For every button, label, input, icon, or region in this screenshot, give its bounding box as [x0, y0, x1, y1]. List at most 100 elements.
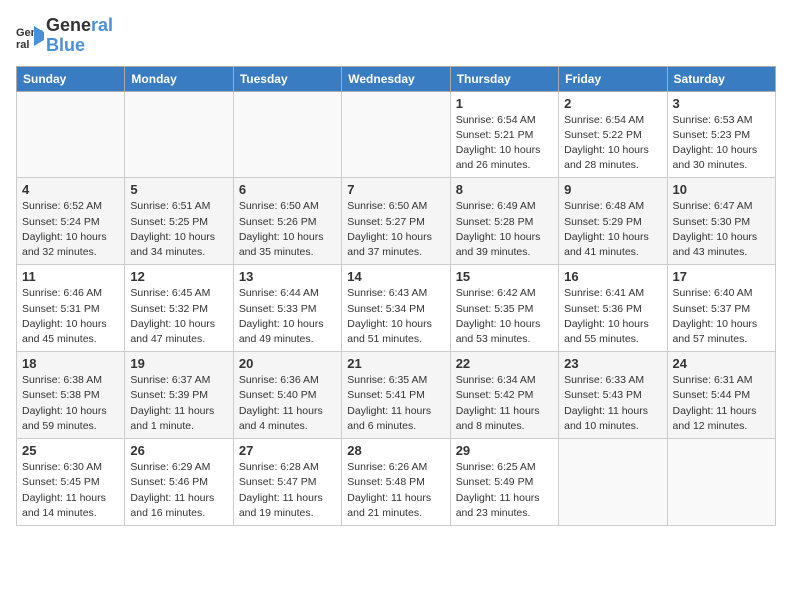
- calendar-cell: 14 Sunrise: 6:43 AM Sunset: 5:34 PM Dayli…: [342, 265, 450, 352]
- day-info: Sunrise: 6:46 AM Sunset: 5:31 PM Dayligh…: [22, 286, 119, 347]
- day-info: Sunrise: 6:45 AM Sunset: 5:32 PM Dayligh…: [130, 286, 227, 347]
- day-number: 18: [22, 356, 119, 371]
- calendar-cell: 27Sunrise: 6:28 AM Sunset: 5:47 PM Dayli…: [233, 439, 341, 526]
- calendar-cell: 1 Sunrise: 6:54 AM Sunset: 5:21 PM Daylig…: [450, 91, 558, 178]
- calendar-cell: 8 Sunrise: 6:49 AM Sunset: 5:28 PM Daylig…: [450, 178, 558, 265]
- calendar-cell: [125, 91, 233, 178]
- day-info: Sunrise: 6:54 AM Sunset: 5:22 PM Dayligh…: [564, 113, 661, 174]
- calendar-cell: 2 Sunrise: 6:54 AM Sunset: 5:22 PM Daylig…: [559, 91, 667, 178]
- day-number: 14: [347, 269, 444, 284]
- col-header-sunday: Sunday: [17, 66, 125, 91]
- calendar-cell: 24Sunrise: 6:31 AM Sunset: 5:44 PM Dayli…: [667, 352, 775, 439]
- calendar-cell: 10 Sunrise: 6:47 AM Sunset: 5:30 PM Dayli…: [667, 178, 775, 265]
- day-number: 26: [130, 443, 227, 458]
- calendar-cell: 25 Sunrise: 6:30 AM Sunset: 5:45 PM Dayli…: [17, 439, 125, 526]
- day-number: 23: [564, 356, 661, 371]
- day-number: 13: [239, 269, 336, 284]
- day-info: Sunrise: 6:25 AM Sunset: 5:49 PM Dayligh…: [456, 460, 553, 521]
- day-info: Sunrise: 6:37 AM Sunset: 5:39 PM Dayligh…: [130, 373, 227, 434]
- svg-text:ral: ral: [16, 39, 29, 50]
- day-number: 22: [456, 356, 553, 371]
- day-info: Sunrise: 6:30 AM Sunset: 5:45 PM Dayligh…: [22, 460, 119, 521]
- day-info: Sunrise: 6:42 AM Sunset: 5:35 PM Dayligh…: [456, 286, 553, 347]
- day-info: Sunrise: 6:33 AM Sunset: 5:43 PM Dayligh…: [564, 373, 661, 434]
- calendar-cell: [667, 439, 775, 526]
- logo-icon: Gene- ral: [16, 22, 44, 50]
- day-number: 8: [456, 182, 553, 197]
- calendar-cell: 21 Sunrise: 6:35 AM Sunset: 5:41 PM Dayli…: [342, 352, 450, 439]
- day-number: 9: [564, 182, 661, 197]
- calendar-cell: 22Sunrise: 6:34 AM Sunset: 5:42 PM Dayli…: [450, 352, 558, 439]
- calendar-cell: 7 Sunrise: 6:50 AM Sunset: 5:27 PM Daylig…: [342, 178, 450, 265]
- day-number: 2: [564, 96, 661, 111]
- day-number: 3: [673, 96, 770, 111]
- day-info: Sunrise: 6:49 AM Sunset: 5:28 PM Dayligh…: [456, 199, 553, 260]
- day-info: Sunrise: 6:51 AM Sunset: 5:25 PM Dayligh…: [130, 199, 227, 260]
- day-number: 29: [456, 443, 553, 458]
- day-number: 4: [22, 182, 119, 197]
- calendar-cell: [17, 91, 125, 178]
- calendar-week-4: 18 Sunrise: 6:38 AM Sunset: 5:38 PM Dayli…: [17, 352, 776, 439]
- col-header-wednesday: Wednesday: [342, 66, 450, 91]
- calendar-cell: 17 Sunrise: 6:40 AM Sunset: 5:37 PM Dayli…: [667, 265, 775, 352]
- day-number: 6: [239, 182, 336, 197]
- day-info: Sunrise: 6:43 AM Sunset: 5:34 PM Dayligh…: [347, 286, 444, 347]
- day-number: 16: [564, 269, 661, 284]
- day-info: Sunrise: 6:38 AM Sunset: 5:38 PM Dayligh…: [22, 373, 119, 434]
- day-number: 15: [456, 269, 553, 284]
- day-info: Sunrise: 6:36 AM Sunset: 5:40 PM Dayligh…: [239, 373, 336, 434]
- calendar-cell: 20Sunrise: 6:36 AM Sunset: 5:40 PM Dayli…: [233, 352, 341, 439]
- day-number: 21: [347, 356, 444, 371]
- day-number: 25: [22, 443, 119, 458]
- day-info: Sunrise: 6:40 AM Sunset: 5:37 PM Dayligh…: [673, 286, 770, 347]
- day-info: Sunrise: 6:53 AM Sunset: 5:23 PM Dayligh…: [673, 113, 770, 174]
- day-number: 17: [673, 269, 770, 284]
- calendar-header-row: SundayMondayTuesdayWednesdayThursdayFrid…: [17, 66, 776, 91]
- page-header: Gene- ral General Blue: [16, 16, 776, 56]
- calendar-week-1: 1 Sunrise: 6:54 AM Sunset: 5:21 PM Daylig…: [17, 91, 776, 178]
- calendar-week-2: 4 Sunrise: 6:52 AM Sunset: 5:24 PM Daylig…: [17, 178, 776, 265]
- day-info: Sunrise: 6:48 AM Sunset: 5:29 PM Dayligh…: [564, 199, 661, 260]
- day-number: 7: [347, 182, 444, 197]
- calendar-cell: 26 Sunrise: 6:29 AM Sunset: 5:46 PM Dayli…: [125, 439, 233, 526]
- calendar-week-5: 25 Sunrise: 6:30 AM Sunset: 5:45 PM Dayli…: [17, 439, 776, 526]
- day-info: Sunrise: 6:35 AM Sunset: 5:41 PM Dayligh…: [347, 373, 444, 434]
- calendar-cell: 15 Sunrise: 6:42 AM Sunset: 5:35 PM Dayli…: [450, 265, 558, 352]
- calendar-cell: 4 Sunrise: 6:52 AM Sunset: 5:24 PM Daylig…: [17, 178, 125, 265]
- day-number: 11: [22, 269, 119, 284]
- calendar-cell: [233, 91, 341, 178]
- day-info: Sunrise: 6:26 AM Sunset: 5:48 PM Dayligh…: [347, 460, 444, 521]
- col-header-friday: Friday: [559, 66, 667, 91]
- day-info: Sunrise: 6:41 AM Sunset: 5:36 PM Dayligh…: [564, 286, 661, 347]
- col-header-thursday: Thursday: [450, 66, 558, 91]
- calendar-cell: 3 Sunrise: 6:53 AM Sunset: 5:23 PM Daylig…: [667, 91, 775, 178]
- calendar-cell: 16 Sunrise: 6:41 AM Sunset: 5:36 PM Dayli…: [559, 265, 667, 352]
- calendar-cell: [559, 439, 667, 526]
- calendar-cell: 6Sunrise: 6:50 AM Sunset: 5:26 PM Daylig…: [233, 178, 341, 265]
- day-info: Sunrise: 6:54 AM Sunset: 5:21 PM Dayligh…: [456, 113, 553, 174]
- calendar-cell: 18 Sunrise: 6:38 AM Sunset: 5:38 PM Dayli…: [17, 352, 125, 439]
- calendar-cell: 28 Sunrise: 6:26 AM Sunset: 5:48 PM Dayli…: [342, 439, 450, 526]
- day-info: Sunrise: 6:47 AM Sunset: 5:30 PM Dayligh…: [673, 199, 770, 260]
- calendar-cell: 12Sunrise: 6:45 AM Sunset: 5:32 PM Dayli…: [125, 265, 233, 352]
- calendar-cell: [342, 91, 450, 178]
- calendar-cell: 9 Sunrise: 6:48 AM Sunset: 5:29 PM Daylig…: [559, 178, 667, 265]
- calendar-cell: 11 Sunrise: 6:46 AM Sunset: 5:31 PM Dayli…: [17, 265, 125, 352]
- day-info: Sunrise: 6:29 AM Sunset: 5:46 PM Dayligh…: [130, 460, 227, 521]
- calendar-cell: 29 Sunrise: 6:25 AM Sunset: 5:49 PM Dayli…: [450, 439, 558, 526]
- day-info: Sunrise: 6:31 AM Sunset: 5:44 PM Dayligh…: [673, 373, 770, 434]
- day-info: Sunrise: 6:52 AM Sunset: 5:24 PM Dayligh…: [22, 199, 119, 260]
- day-number: 27: [239, 443, 336, 458]
- day-number: 1: [456, 96, 553, 111]
- day-number: 5: [130, 182, 227, 197]
- calendar-cell: 13 Sunrise: 6:44 AM Sunset: 5:33 PM Dayli…: [233, 265, 341, 352]
- calendar-week-3: 11 Sunrise: 6:46 AM Sunset: 5:31 PM Dayli…: [17, 265, 776, 352]
- calendar-cell: 5 Sunrise: 6:51 AM Sunset: 5:25 PM Daylig…: [125, 178, 233, 265]
- day-info: Sunrise: 6:50 AM Sunset: 5:27 PM Dayligh…: [347, 199, 444, 260]
- day-info: Sunrise: 6:44 AM Sunset: 5:33 PM Dayligh…: [239, 286, 336, 347]
- logo: Gene- ral General Blue: [16, 16, 113, 56]
- logo-text: General Blue: [46, 16, 113, 56]
- calendar-table: SundayMondayTuesdayWednesdayThursdayFrid…: [16, 66, 776, 526]
- day-number: 10: [673, 182, 770, 197]
- day-number: 28: [347, 443, 444, 458]
